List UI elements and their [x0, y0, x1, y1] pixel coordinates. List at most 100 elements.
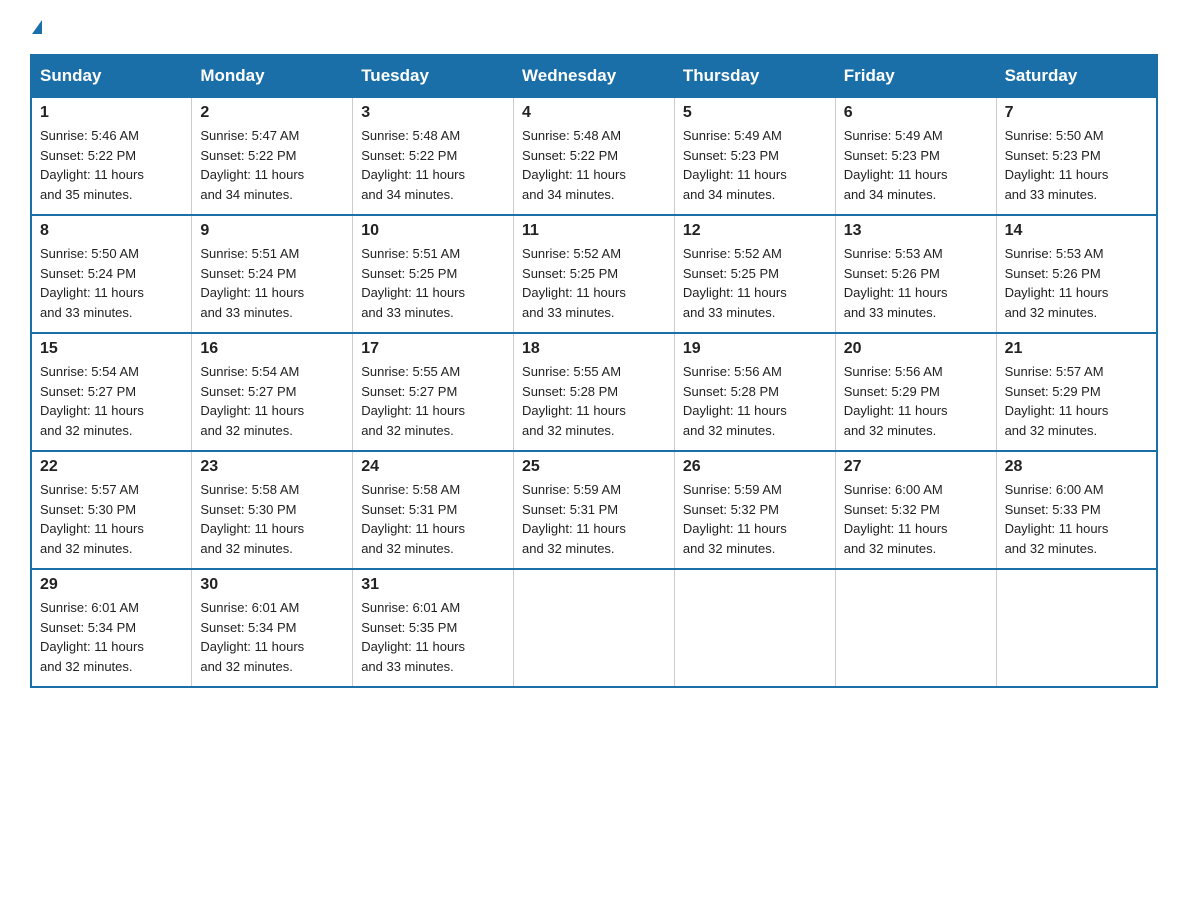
- day-number: 14: [1005, 222, 1148, 240]
- col-tuesday: Tuesday: [353, 55, 514, 97]
- calendar-cell: 23Sunrise: 5:58 AMSunset: 5:30 PMDayligh…: [192, 451, 353, 569]
- day-info: Sunrise: 5:50 AMSunset: 5:24 PMDaylight:…: [40, 244, 183, 322]
- calendar-cell: 28Sunrise: 6:00 AMSunset: 5:33 PMDayligh…: [996, 451, 1157, 569]
- calendar-cell: 31 Sunrise: 6:01 AMSunset: 5:35 PMDayligh…: [353, 569, 514, 687]
- day-info: Sunrise: 6:01 AMSunset: 5:35 PMDaylight:…: [361, 598, 505, 676]
- day-info: Sunrise: 5:53 AMSunset: 5:26 PMDaylight:…: [1005, 244, 1148, 322]
- day-number: 18: [522, 340, 666, 358]
- week-row-3: 22 Sunrise: 5:57 AMSunset: 5:30 PMDayligh…: [31, 451, 1157, 569]
- logo: [30, 20, 42, 34]
- day-number: 16: [200, 340, 344, 358]
- calendar-cell: 14 Sunrise: 5:53 AMSunset: 5:26 PMDayligh…: [996, 215, 1157, 333]
- calendar-header: Sunday Monday Tuesday Wednesday Thursday…: [31, 55, 1157, 97]
- col-saturday: Saturday: [996, 55, 1157, 97]
- calendar-cell: 11Sunrise: 5:52 AMSunset: 5:25 PMDayligh…: [514, 215, 675, 333]
- day-info: Sunrise: 5:47 AMSunset: 5:22 PMDaylight:…: [200, 126, 344, 204]
- day-info: Sunrise: 5:57 AMSunset: 5:30 PMDaylight:…: [40, 480, 183, 558]
- page-header: [30, 20, 1158, 34]
- day-info: Sunrise: 5:51 AMSunset: 5:25 PMDaylight:…: [361, 244, 505, 322]
- day-number: 27: [844, 458, 988, 476]
- calendar-table: Sunday Monday Tuesday Wednesday Thursday…: [30, 54, 1158, 688]
- day-number: 24: [361, 458, 505, 476]
- calendar-cell: [996, 569, 1157, 687]
- calendar-cell: 2Sunrise: 5:47 AMSunset: 5:22 PMDaylight…: [192, 97, 353, 215]
- day-info: Sunrise: 5:59 AMSunset: 5:31 PMDaylight:…: [522, 480, 666, 558]
- day-number: 12: [683, 222, 827, 240]
- day-info: Sunrise: 5:58 AMSunset: 5:31 PMDaylight:…: [361, 480, 505, 558]
- calendar-cell: 17 Sunrise: 5:55 AMSunset: 5:27 PMDayligh…: [353, 333, 514, 451]
- day-number: 5: [683, 104, 827, 122]
- calendar-cell: 13 Sunrise: 5:53 AMSunset: 5:26 PMDayligh…: [835, 215, 996, 333]
- day-info: Sunrise: 5:48 AMSunset: 5:22 PMDaylight:…: [361, 126, 505, 204]
- day-info: Sunrise: 5:53 AMSunset: 5:26 PMDaylight:…: [844, 244, 988, 322]
- day-info: Sunrise: 6:00 AMSunset: 5:32 PMDaylight:…: [844, 480, 988, 558]
- day-info: Sunrise: 5:56 AMSunset: 5:29 PMDaylight:…: [844, 362, 988, 440]
- calendar-cell: 20 Sunrise: 5:56 AMSunset: 5:29 PMDayligh…: [835, 333, 996, 451]
- day-number: 20: [844, 340, 988, 358]
- day-info: Sunrise: 6:01 AMSunset: 5:34 PMDaylight:…: [40, 598, 183, 676]
- calendar-cell: 22 Sunrise: 5:57 AMSunset: 5:30 PMDayligh…: [31, 451, 192, 569]
- day-number: 13: [844, 222, 988, 240]
- day-number: 15: [40, 340, 183, 358]
- col-thursday: Thursday: [674, 55, 835, 97]
- calendar-cell: 10 Sunrise: 5:51 AMSunset: 5:25 PMDayligh…: [353, 215, 514, 333]
- col-monday: Monday: [192, 55, 353, 97]
- day-number: 7: [1005, 104, 1148, 122]
- calendar-cell: 15 Sunrise: 5:54 AMSunset: 5:27 PMDayligh…: [31, 333, 192, 451]
- week-row-1: 8 Sunrise: 5:50 AMSunset: 5:24 PMDaylight…: [31, 215, 1157, 333]
- week-row-4: 29 Sunrise: 6:01 AMSunset: 5:34 PMDayligh…: [31, 569, 1157, 687]
- calendar-cell: 24 Sunrise: 5:58 AMSunset: 5:31 PMDayligh…: [353, 451, 514, 569]
- calendar-cell: 12 Sunrise: 5:52 AMSunset: 5:25 PMDayligh…: [674, 215, 835, 333]
- day-number: 4: [522, 104, 666, 122]
- calendar-cell: 27 Sunrise: 6:00 AMSunset: 5:32 PMDayligh…: [835, 451, 996, 569]
- day-info: Sunrise: 5:49 AMSunset: 5:23 PMDaylight:…: [683, 126, 827, 204]
- day-number: 19: [683, 340, 827, 358]
- col-sunday: Sunday: [31, 55, 192, 97]
- day-info: Sunrise: 5:59 AMSunset: 5:32 PMDaylight:…: [683, 480, 827, 558]
- calendar-cell: [514, 569, 675, 687]
- day-info: Sunrise: 6:01 AMSunset: 5:34 PMDaylight:…: [200, 598, 344, 676]
- day-number: 25: [522, 458, 666, 476]
- calendar-cell: 1Sunrise: 5:46 AMSunset: 5:22 PMDaylight…: [31, 97, 192, 215]
- calendar-cell: [674, 569, 835, 687]
- calendar-cell: 6 Sunrise: 5:49 AMSunset: 5:23 PMDaylight…: [835, 97, 996, 215]
- calendar-cell: 4Sunrise: 5:48 AMSunset: 5:22 PMDaylight…: [514, 97, 675, 215]
- day-info: Sunrise: 5:52 AMSunset: 5:25 PMDaylight:…: [522, 244, 666, 322]
- week-row-0: 1Sunrise: 5:46 AMSunset: 5:22 PMDaylight…: [31, 97, 1157, 215]
- day-number: 17: [361, 340, 505, 358]
- calendar-cell: 8 Sunrise: 5:50 AMSunset: 5:24 PMDaylight…: [31, 215, 192, 333]
- calendar-cell: 29 Sunrise: 6:01 AMSunset: 5:34 PMDayligh…: [31, 569, 192, 687]
- day-info: Sunrise: 5:55 AMSunset: 5:28 PMDaylight:…: [522, 362, 666, 440]
- header-row: Sunday Monday Tuesday Wednesday Thursday…: [31, 55, 1157, 97]
- day-number: 29: [40, 576, 183, 594]
- day-number: 10: [361, 222, 505, 240]
- calendar-cell: 26Sunrise: 5:59 AMSunset: 5:32 PMDayligh…: [674, 451, 835, 569]
- calendar-cell: 25 Sunrise: 5:59 AMSunset: 5:31 PMDayligh…: [514, 451, 675, 569]
- calendar-cell: 9Sunrise: 5:51 AMSunset: 5:24 PMDaylight…: [192, 215, 353, 333]
- calendar-cell: 21Sunrise: 5:57 AMSunset: 5:29 PMDayligh…: [996, 333, 1157, 451]
- day-info: Sunrise: 5:50 AMSunset: 5:23 PMDaylight:…: [1005, 126, 1148, 204]
- day-info: Sunrise: 5:52 AMSunset: 5:25 PMDaylight:…: [683, 244, 827, 322]
- calendar-cell: 7 Sunrise: 5:50 AMSunset: 5:23 PMDaylight…: [996, 97, 1157, 215]
- calendar-cell: 16 Sunrise: 5:54 AMSunset: 5:27 PMDayligh…: [192, 333, 353, 451]
- day-info: Sunrise: 5:54 AMSunset: 5:27 PMDaylight:…: [40, 362, 183, 440]
- day-number: 30: [200, 576, 344, 594]
- calendar-cell: 5 Sunrise: 5:49 AMSunset: 5:23 PMDaylight…: [674, 97, 835, 215]
- calendar-body: 1Sunrise: 5:46 AMSunset: 5:22 PMDaylight…: [31, 97, 1157, 687]
- col-wednesday: Wednesday: [514, 55, 675, 97]
- day-info: Sunrise: 5:55 AMSunset: 5:27 PMDaylight:…: [361, 362, 505, 440]
- day-info: Sunrise: 5:54 AMSunset: 5:27 PMDaylight:…: [200, 362, 344, 440]
- day-number: 28: [1005, 458, 1148, 476]
- calendar-cell: [835, 569, 996, 687]
- day-number: 3: [361, 104, 505, 122]
- day-info: Sunrise: 5:46 AMSunset: 5:22 PMDaylight:…: [40, 126, 183, 204]
- day-info: Sunrise: 5:51 AMSunset: 5:24 PMDaylight:…: [200, 244, 344, 322]
- day-info: Sunrise: 5:56 AMSunset: 5:28 PMDaylight:…: [683, 362, 827, 440]
- day-number: 6: [844, 104, 988, 122]
- calendar-cell: 19 Sunrise: 5:56 AMSunset: 5:28 PMDayligh…: [674, 333, 835, 451]
- day-info: Sunrise: 5:49 AMSunset: 5:23 PMDaylight:…: [844, 126, 988, 204]
- day-number: 22: [40, 458, 183, 476]
- day-number: 31: [361, 576, 505, 594]
- day-number: 8: [40, 222, 183, 240]
- day-number: 23: [200, 458, 344, 476]
